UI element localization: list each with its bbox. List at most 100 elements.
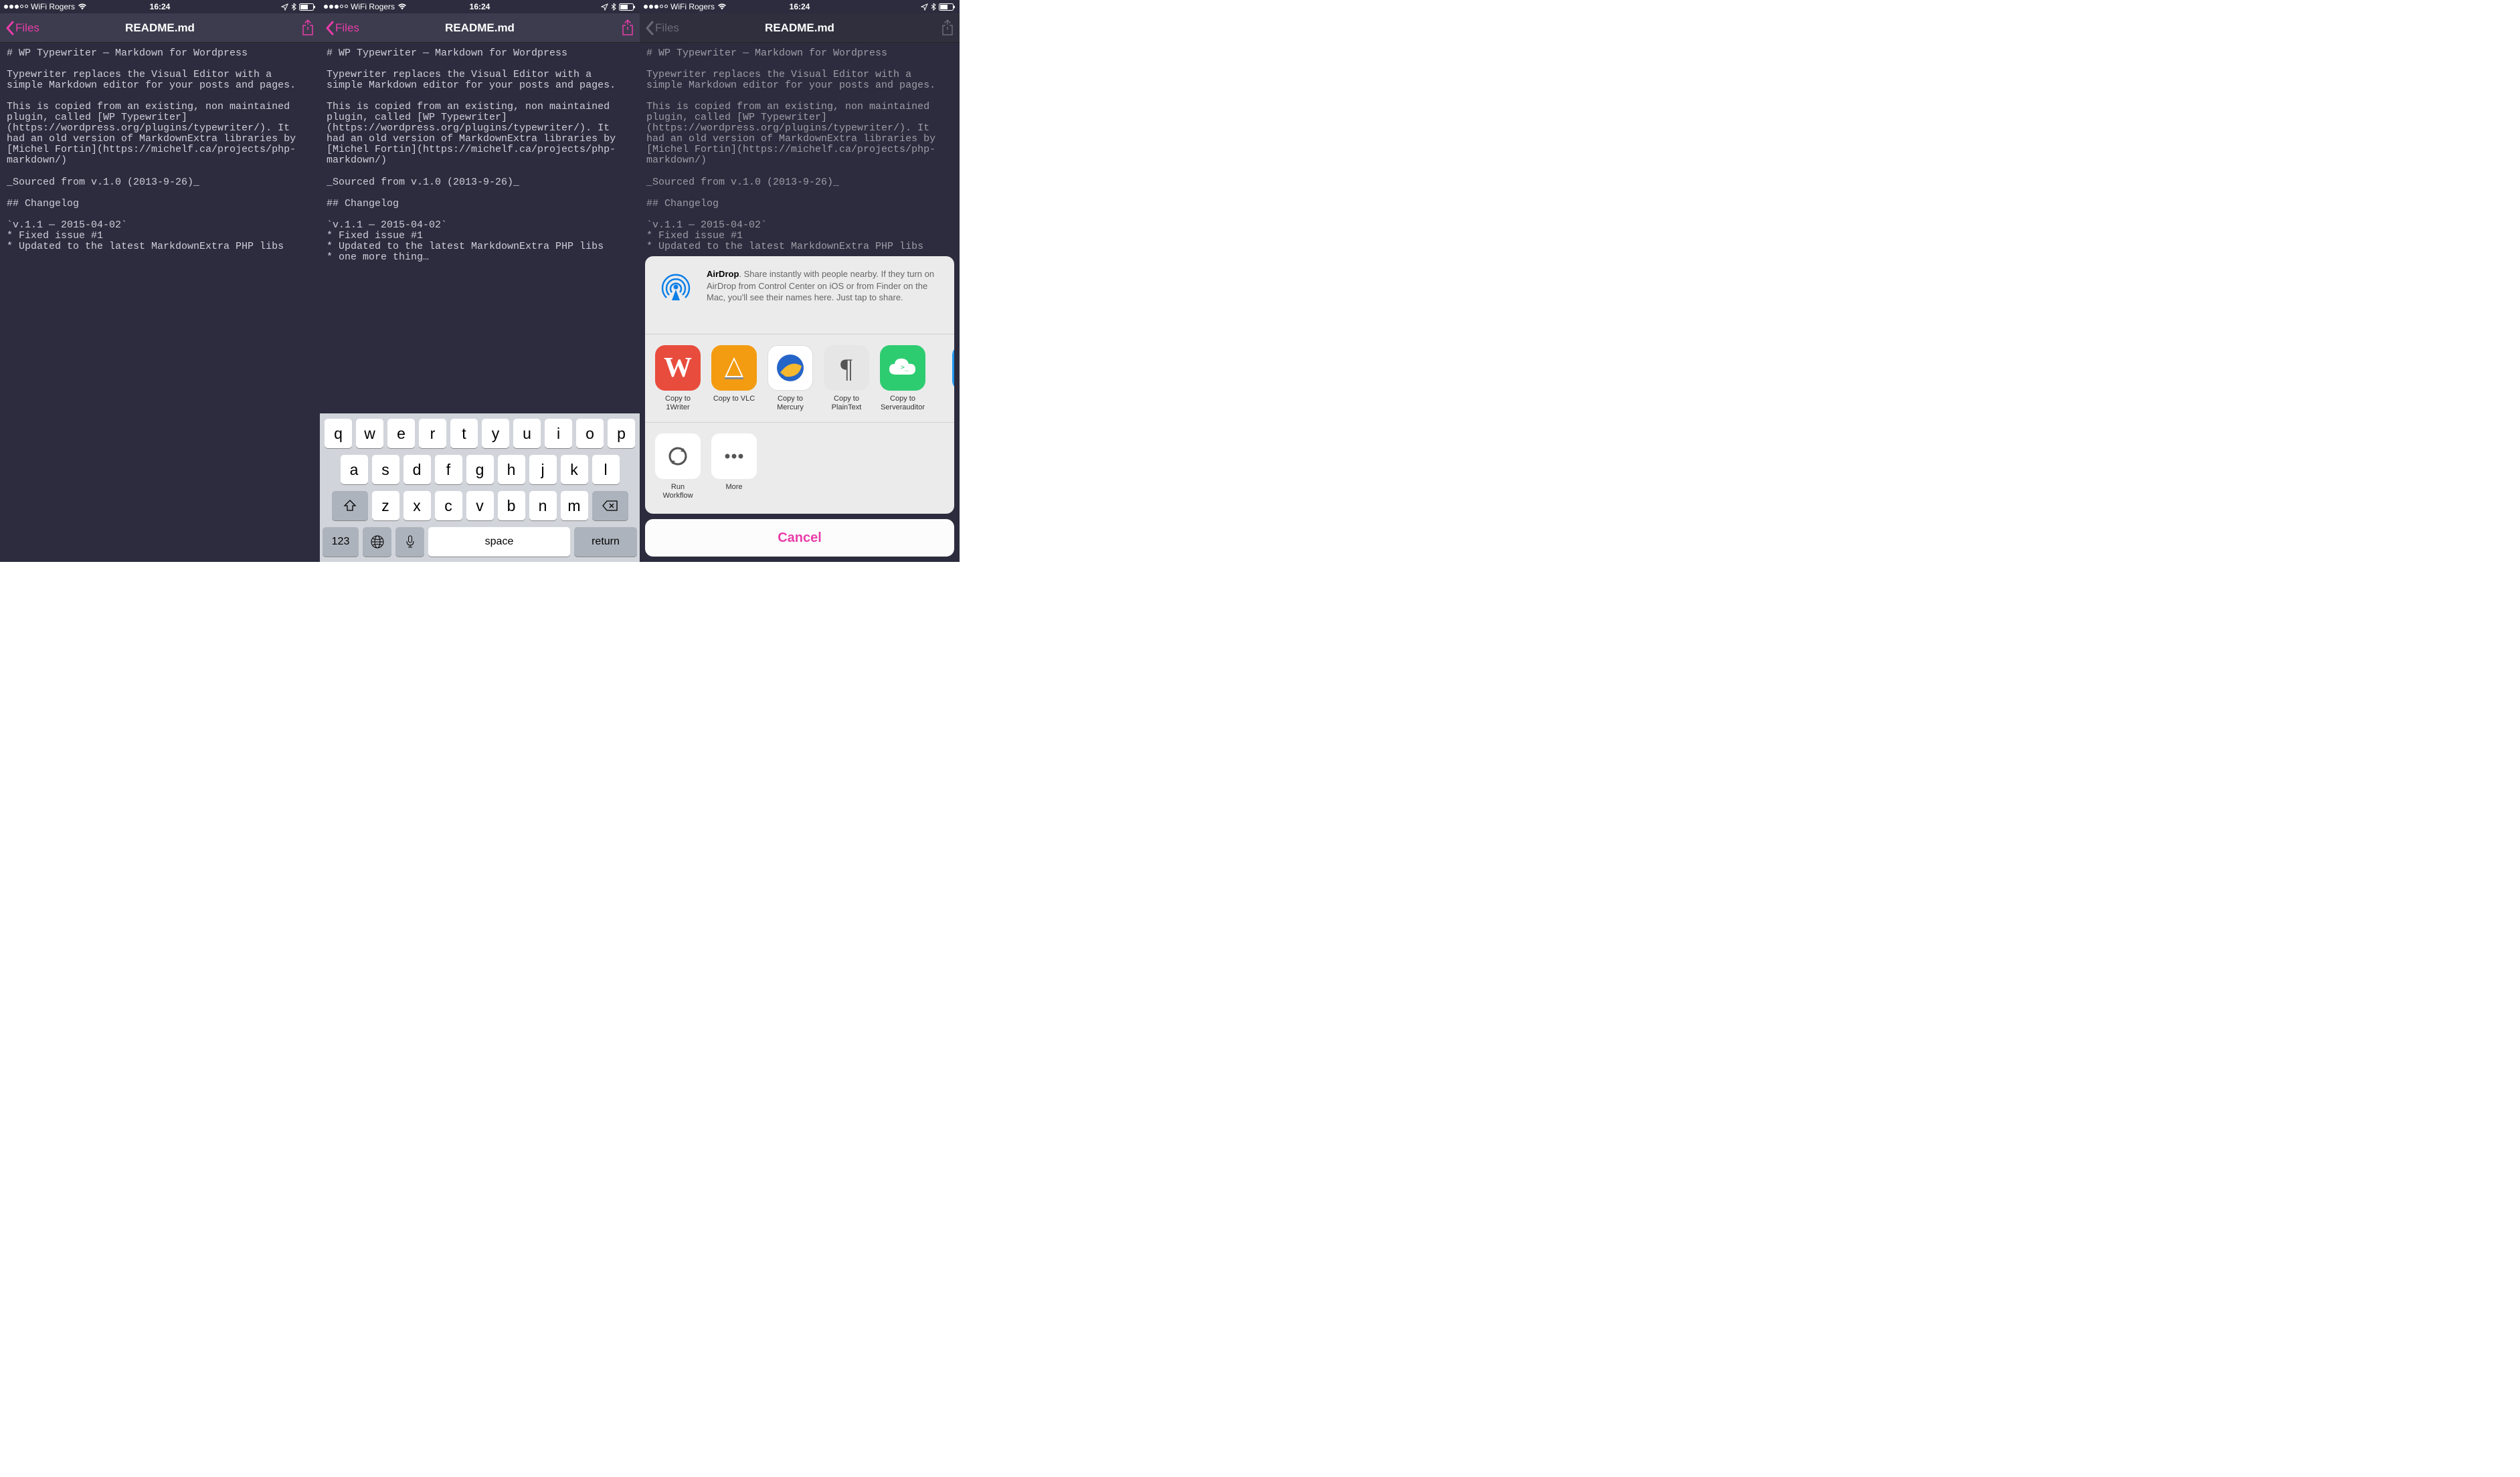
airdrop-section[interactable]: AirDrop. Share instantly with people nea…	[645, 256, 954, 334]
keyboard: qwertyuiop asdfghjkl zxcvbnm 123 space r…	[320, 413, 640, 562]
svg-text:>_: >_	[901, 364, 909, 371]
back-button[interactable]: Files	[645, 21, 679, 35]
share-app-item[interactable]: Copy to Mercury	[767, 345, 814, 412]
nav-bar: Files README.md	[640, 13, 960, 43]
back-label: Files	[655, 21, 679, 35]
status-bar: WiFi Rogers 16:24	[640, 0, 960, 13]
key-d[interactable]: d	[403, 455, 431, 484]
wifi-icon	[717, 3, 727, 10]
share-app-row[interactable]: WCopy to 1WriterCopy to VLC Copy to Mercu…	[645, 334, 954, 422]
battery-icon	[939, 3, 956, 11]
nav-title: README.md	[125, 21, 195, 35]
key-a[interactable]: a	[341, 455, 368, 484]
carrier-label: WiFi Rogers	[351, 2, 395, 11]
share-action-item[interactable]: Run Workflow	[654, 433, 701, 500]
share-action-label: Run Workflow	[662, 483, 693, 500]
share-sheet: AirDrop. Share instantly with people nea…	[645, 256, 954, 562]
signal-dots-icon	[4, 5, 28, 9]
status-bar: WiFi Rogers 16:24	[320, 0, 640, 13]
key-v[interactable]: v	[466, 491, 494, 520]
key-e[interactable]: e	[387, 419, 415, 448]
back-button[interactable]: Files	[5, 21, 39, 35]
editor-content: # WP Typewriter — Markdown for Wordpress…	[640, 43, 960, 258]
back-label: Files	[335, 21, 359, 35]
carrier-label: WiFi Rogers	[670, 2, 715, 11]
key-o[interactable]: o	[576, 419, 604, 448]
key-t[interactable]: t	[450, 419, 478, 448]
share-app-label: Copy to PlainText	[832, 395, 862, 412]
wifi-icon	[397, 3, 407, 10]
key-u[interactable]: u	[513, 419, 541, 448]
nav-title: README.md	[765, 21, 834, 35]
key-m[interactable]: m	[561, 491, 588, 520]
key-w[interactable]: w	[356, 419, 383, 448]
chevron-left-icon	[5, 21, 14, 35]
key-l[interactable]: l	[592, 455, 620, 484]
bluetooth-icon	[611, 3, 616, 11]
cancel-button[interactable]: Cancel	[645, 519, 954, 557]
share-app-item[interactable]: WCopy to 1Writer	[654, 345, 701, 412]
globe-key[interactable]	[363, 527, 391, 557]
status-time: 16:24	[790, 2, 810, 11]
key-n[interactable]: n	[529, 491, 557, 520]
chevron-left-icon	[325, 21, 334, 35]
airdrop-text: AirDrop. Share instantly with people nea…	[707, 268, 942, 304]
location-icon	[601, 3, 608, 11]
chevron-left-icon	[645, 21, 654, 35]
share-app-item[interactable]: ¶Copy to PlainText	[823, 345, 870, 412]
battery-icon	[619, 3, 636, 11]
nav-title: README.md	[445, 21, 515, 35]
editor-content[interactable]: # WP Typewriter — Markdown for Wordpress…	[320, 43, 640, 268]
key-g[interactable]: g	[466, 455, 494, 484]
share-action-item[interactable]: More	[711, 433, 757, 500]
key-s[interactable]: s	[372, 455, 399, 484]
key-f[interactable]: f	[435, 455, 462, 484]
key-k[interactable]: k	[561, 455, 588, 484]
key-p[interactable]: p	[608, 419, 635, 448]
key-y[interactable]: y	[482, 419, 509, 448]
share-action-label: More	[725, 483, 742, 492]
key-x[interactable]: x	[403, 491, 431, 520]
share-button[interactable]	[941, 19, 954, 37]
phone-screen-1: WiFi Rogers 16:24 Files README.md # WP T…	[0, 0, 320, 562]
nav-bar: Files README.md	[320, 13, 640, 43]
share-button[interactable]	[301, 19, 314, 37]
share-action-row: Run Workflow More	[645, 423, 954, 514]
location-icon	[281, 3, 288, 11]
key-c[interactable]: c	[435, 491, 462, 520]
signal-dots-icon	[644, 5, 668, 9]
return-key[interactable]: return	[574, 527, 637, 557]
shift-key[interactable]	[332, 491, 368, 520]
share-button[interactable]	[621, 19, 634, 37]
space-key[interactable]: space	[428, 527, 570, 557]
backspace-key[interactable]	[592, 491, 628, 520]
key-z[interactable]: z	[372, 491, 399, 520]
key-q[interactable]: q	[325, 419, 352, 448]
signal-dots-icon	[324, 5, 348, 9]
status-bar: WiFi Rogers 16:24	[0, 0, 320, 13]
key-r[interactable]: r	[419, 419, 446, 448]
key-j[interactable]: j	[529, 455, 557, 484]
carrier-label: WiFi Rogers	[31, 2, 75, 11]
mic-key[interactable]	[395, 527, 424, 557]
share-app-item[interactable]: >_ Copy to Serverauditor	[879, 345, 926, 412]
bluetooth-icon	[291, 3, 296, 11]
phone-screen-3: WiFi Rogers 16:24 Files README.md # WP T…	[640, 0, 960, 562]
status-time: 16:24	[150, 2, 171, 11]
nav-bar: Files README.md	[0, 13, 320, 43]
status-time: 16:24	[470, 2, 490, 11]
back-label: Files	[15, 21, 39, 35]
share-app-label: Copy to Serverauditor	[881, 395, 925, 412]
key-b[interactable]: b	[498, 491, 525, 520]
share-app-item[interactable]: Copy to VLC	[711, 345, 757, 412]
share-app-label: Copy to 1Writer	[665, 395, 691, 412]
editor-content[interactable]: # WP Typewriter — Markdown for Wordpress…	[0, 43, 320, 258]
numbers-key[interactable]: 123	[323, 527, 359, 557]
share-app-item[interactable]: Co	[935, 345, 954, 412]
key-i[interactable]: i	[545, 419, 572, 448]
back-button[interactable]: Files	[325, 21, 359, 35]
key-h[interactable]: h	[498, 455, 525, 484]
share-app-label: Copy to Mercury	[777, 395, 804, 412]
airdrop-icon	[657, 268, 695, 306]
location-icon	[921, 3, 928, 11]
